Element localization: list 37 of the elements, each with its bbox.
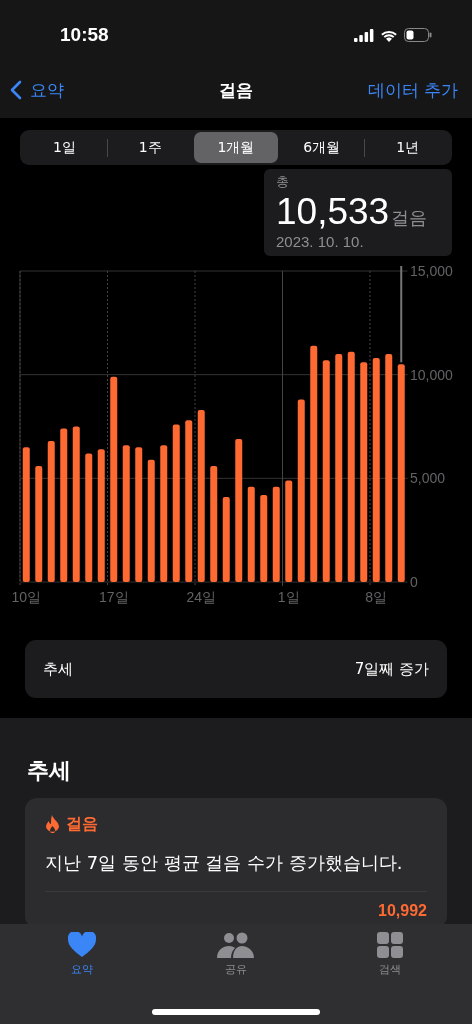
axis-label: 5,000	[410, 470, 446, 487]
add-data-button[interactable]: 데이터 추가	[367, 78, 458, 102]
axis-label: 8일	[365, 589, 388, 605]
axis-label: 24일	[186, 589, 217, 605]
total-label: 총	[276, 173, 289, 191]
flame-icon	[45, 815, 60, 834]
trend-value: 7일째 증가	[354, 659, 429, 679]
heart-icon	[68, 932, 96, 958]
period-tab[interactable]: 1주	[107, 132, 193, 163]
trend-label: 추세	[43, 659, 73, 679]
page-title: 걸음	[219, 78, 253, 102]
section-heading: 추세	[27, 757, 72, 785]
category-label: 걸음	[66, 814, 98, 835]
trend-row[interactable]: 추세 7일째 증가	[25, 640, 447, 698]
unit-label: 걸음	[391, 206, 428, 230]
people-icon	[217, 932, 255, 958]
axis-label: 17일	[98, 589, 129, 605]
trend-text: 지난 7일 동안 평균 걸음 수가 증가했습니다.	[45, 851, 404, 875]
axis-label: 10,000	[410, 366, 453, 383]
status-time: 10:58	[60, 24, 109, 46]
wifi-icon	[380, 28, 398, 42]
period-tab[interactable]: 6개월	[279, 132, 365, 163]
period-tab[interactable]: 1개월	[193, 132, 279, 163]
axis-label: 0	[410, 574, 418, 590]
period-tab[interactable]: 1일	[22, 132, 107, 163]
signal-icon	[354, 28, 374, 42]
average-value: 10,992	[378, 902, 427, 920]
steps-value: 10,533	[276, 191, 390, 233]
chevron-left-icon	[10, 80, 22, 100]
back-button[interactable]: 요약	[10, 78, 64, 102]
period-tab[interactable]: 1년	[365, 132, 450, 163]
grid-icon	[377, 932, 403, 958]
date-label: 2023. 10. 10.	[276, 233, 364, 250]
battery-icon	[404, 28, 432, 42]
axis-label: 10일	[11, 589, 42, 605]
axis-label: 1일	[277, 589, 300, 605]
axis-label: 15,000	[410, 266, 453, 279]
